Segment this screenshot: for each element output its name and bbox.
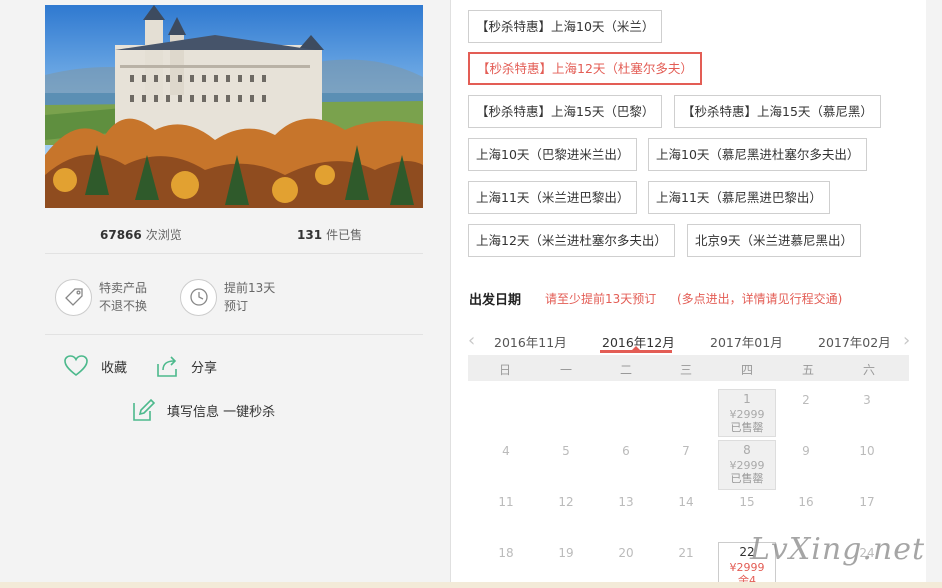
active-month-indicator: [600, 350, 672, 353]
calendar-day: 15: [739, 495, 755, 509]
calendar-day: 10: [859, 444, 875, 458]
month-tab[interactable]: 2016年11月: [494, 332, 567, 351]
route-option[interactable]: 上海11天（米兰进巴黎出）: [468, 181, 638, 214]
multi-city-note: (多点进出，详情请见行程交通): [677, 292, 843, 306]
day-price: ¥2999: [729, 408, 765, 421]
month-tab[interactable]: 2017年02月: [818, 332, 891, 351]
feature-special-line2: 不退不换: [99, 299, 148, 313]
route-option[interactable]: 【秒杀特惠】上海15天（慕尼黑）: [674, 95, 881, 128]
page-bottom-edge: [0, 582, 942, 588]
sales-stats: 67866 次浏览 131 件已售: [45, 222, 423, 254]
weekday-label: 四: [740, 363, 753, 377]
calendar-day: 11: [498, 495, 514, 509]
route-option[interactable]: 【秒杀特惠】上海10天（米兰）: [468, 10, 663, 43]
calendar-day: 19: [558, 546, 574, 560]
calendar-day: 5: [562, 444, 570, 458]
views-label: 次浏览: [145, 228, 182, 242]
prev-month-arrow-icon[interactable]: ‹: [468, 330, 475, 351]
day-number: 1: [743, 392, 751, 406]
calendar-day: 16: [798, 495, 814, 509]
favorite-label: 收藏: [101, 360, 128, 376]
feature-advance-line2: 预订: [224, 299, 249, 313]
departure-date-title: 出发日期: [469, 293, 522, 308]
favorite-button[interactable]: 收藏: [63, 354, 127, 378]
calendar-day: 9: [802, 444, 810, 458]
edit-icon: [133, 398, 155, 421]
calendar-day: 12: [558, 495, 574, 509]
calendar-day-soldout: 8 ¥2999 已售罄: [718, 440, 776, 490]
weekday-label: 二: [619, 363, 632, 377]
weekday-header: 日 一 二 三 四 五 六: [468, 355, 909, 381]
sold-label: 件已售: [326, 228, 363, 242]
calendar-day: 6: [622, 444, 630, 458]
weekday-label: 一: [559, 363, 572, 377]
product-actions: 收藏 分享 填写信息 一键秒杀: [45, 336, 423, 436]
route-option[interactable]: 上海10天（慕尼黑进杜塞尔多夫出）: [648, 138, 868, 171]
route-option[interactable]: 上海12天（米兰进杜塞尔多夫出）: [468, 224, 675, 257]
share-icon: [157, 356, 177, 377]
route-option[interactable]: 北京9天（米兰进慕尼黑出）: [687, 224, 861, 257]
product-photo: [45, 5, 423, 208]
weekday-label: 六: [862, 363, 875, 377]
calendar-day: 3: [863, 393, 871, 407]
calendar-day: 17: [859, 495, 875, 509]
weekday-label: 五: [801, 363, 814, 377]
month-tab[interactable]: 2017年01月: [710, 332, 783, 351]
calendar-day: 13: [618, 495, 634, 509]
advance-booking-note: 请至少提前13天预订: [545, 292, 657, 306]
fill-info-label: 填写信息 一键秒杀: [167, 404, 276, 420]
views-count: 67866: [100, 228, 142, 242]
weekday-label: 三: [679, 363, 692, 377]
clock-icon: [180, 278, 217, 316]
product-features: 特卖产品 不退不换 提前13天 预订: [45, 255, 423, 335]
calendar-day: 18: [498, 546, 514, 560]
calendar-day: 21: [678, 546, 694, 560]
weekday-label: 日: [498, 363, 511, 377]
feature-special-sale: 特卖产品 不退不换: [55, 277, 147, 317]
day-status: 已售罄: [730, 472, 764, 485]
day-status: 已售罄: [730, 421, 764, 434]
day-price: ¥2999: [729, 459, 765, 472]
active-month-caret-icon: [632, 346, 640, 350]
calendar-day: 20: [618, 546, 634, 560]
sold-stat: 131 件已售: [297, 226, 362, 243]
feature-advance-line1: 提前13天: [224, 281, 276, 295]
feature-advance-booking: 提前13天 预订: [180, 277, 275, 317]
route-option-selected[interactable]: 【秒杀特惠】上海12天（杜塞尔多夫）: [468, 52, 702, 85]
calendar-day: 14: [678, 495, 694, 509]
calendar-day-soldout: 1 ¥2999 已售罄: [718, 389, 776, 437]
route-option[interactable]: 上海11天（慕尼黑进巴黎出）: [648, 181, 830, 214]
next-month-arrow-icon[interactable]: ›: [903, 330, 910, 351]
product-summary-panel: 67866 次浏览 131 件已售 特卖产品 不退不换 提前13天 预订 收藏 …: [0, 0, 450, 588]
share-label: 分享: [191, 360, 218, 376]
views-stat: 67866 次浏览: [100, 226, 182, 243]
day-number: 8: [743, 443, 751, 457]
share-button[interactable]: 分享: [155, 354, 217, 378]
sold-count: 131: [297, 228, 323, 242]
calendar-day: 2: [802, 393, 810, 407]
heart-icon: [64, 355, 88, 377]
page-margin: [926, 0, 942, 588]
calendar-day: 4: [502, 444, 510, 458]
tag-icon: [55, 278, 92, 316]
calendar-day: 7: [682, 444, 690, 458]
route-option[interactable]: 【秒杀特惠】上海15天（巴黎）: [468, 95, 663, 128]
feature-special-line1: 特卖产品: [99, 281, 148, 295]
fill-info-button[interactable]: 填写信息 一键秒杀: [131, 398, 275, 422]
site-watermark: LvXing.net: [750, 532, 926, 567]
route-option[interactable]: 上海10天（巴黎进米兰出）: [468, 138, 638, 171]
